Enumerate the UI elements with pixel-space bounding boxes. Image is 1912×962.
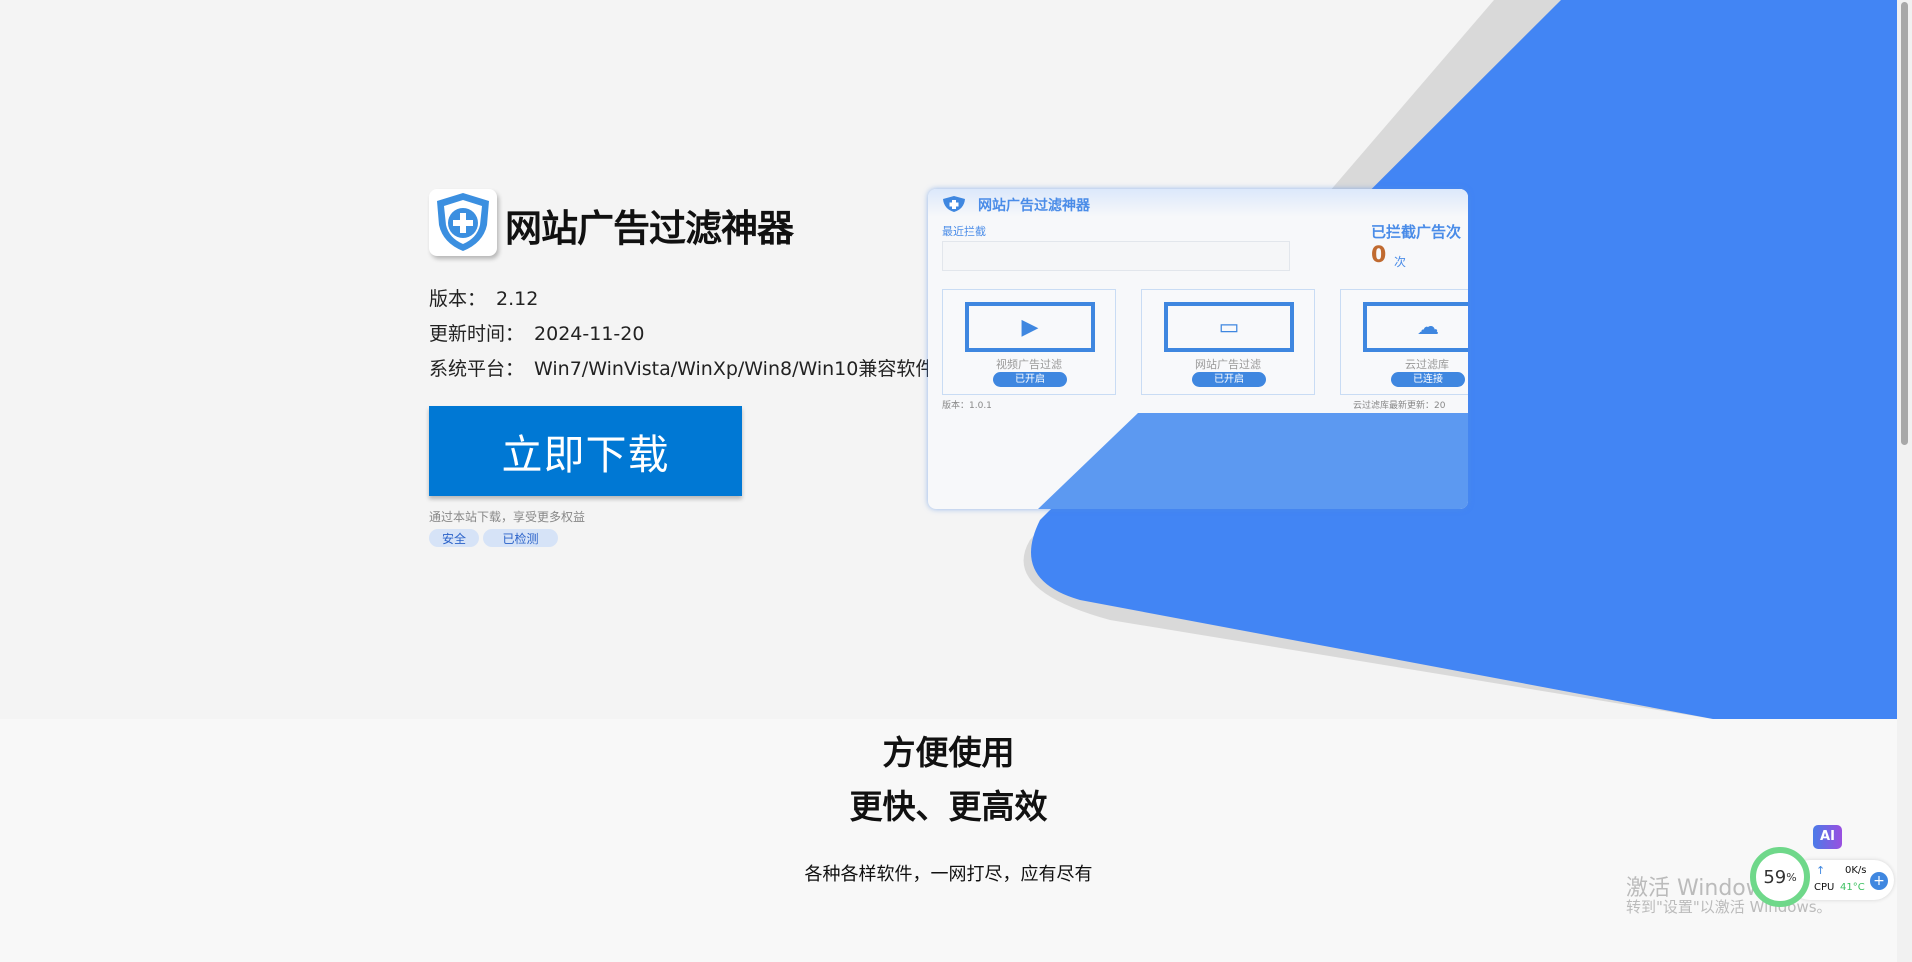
app-title: 网站广告过滤神器 (505, 198, 793, 252)
section-subtitle: 各种各样软件，一网打尽，应有尽有 (0, 860, 1897, 886)
section-heading-1: 方便使用 (0, 726, 1897, 774)
version-label: 版本： (429, 288, 486, 310)
safe-badge: 安全 (429, 529, 479, 547)
cpu-label: CPU (1814, 882, 1834, 893)
plus-icon[interactable]: + (1870, 872, 1888, 890)
section-heading-2: 更快、更高效 (0, 780, 1897, 828)
net-speed: 0K/s (1845, 865, 1867, 876)
app-screenshot: 网站广告过滤神器 最近拦截 已拦截广告次 0 次 ▶视频广告过滤已开启 ▭网站广… (928, 189, 1468, 509)
platform-info: 系统平台： Win7/WinVista/WinXp/Win8/Win10兼容软件 (429, 354, 934, 381)
scrollbar-thumb[interactable] (1901, 2, 1908, 445)
app-logo (429, 189, 497, 256)
ai-button[interactable]: AI (1813, 825, 1842, 849)
platform-label: 系统平台： (429, 358, 524, 380)
download-button[interactable]: 立即下载 (429, 406, 742, 496)
platform-value: Win7/WinVista/WinXp/Win8/Win10兼容软件 (534, 358, 934, 380)
shot-overlay (928, 189, 1468, 509)
upload-arrow-icon: ↑ (1816, 864, 1825, 877)
activation-watermark-sub: 转到"设置"以激活 Windows。 (1626, 896, 1832, 917)
memory-unit: % (1786, 871, 1796, 884)
scrollbar[interactable] (1897, 0, 1912, 962)
version-info: 版本： 2.12 (429, 284, 538, 311)
cpu-temp: 41°C (1840, 882, 1865, 893)
checked-badge: 已检测 (483, 529, 558, 547)
version-value: 2.12 (496, 288, 538, 310)
update-label: 更新时间： (429, 323, 524, 345)
update-value: 2024-11-20 (534, 323, 644, 345)
update-info: 更新时间： 2024-11-20 (429, 319, 644, 346)
memory-value: 59 (1763, 867, 1786, 888)
memory-usage-ring[interactable]: 59% (1750, 847, 1810, 907)
hero-section: 网站广告过滤神器 版本： 2.12 更新时间： 2024-11-20 系统平台： Wi… (0, 0, 1897, 719)
shield-plus-icon (429, 189, 497, 256)
download-note: 通过本站下载，享受更多权益 (429, 508, 585, 525)
